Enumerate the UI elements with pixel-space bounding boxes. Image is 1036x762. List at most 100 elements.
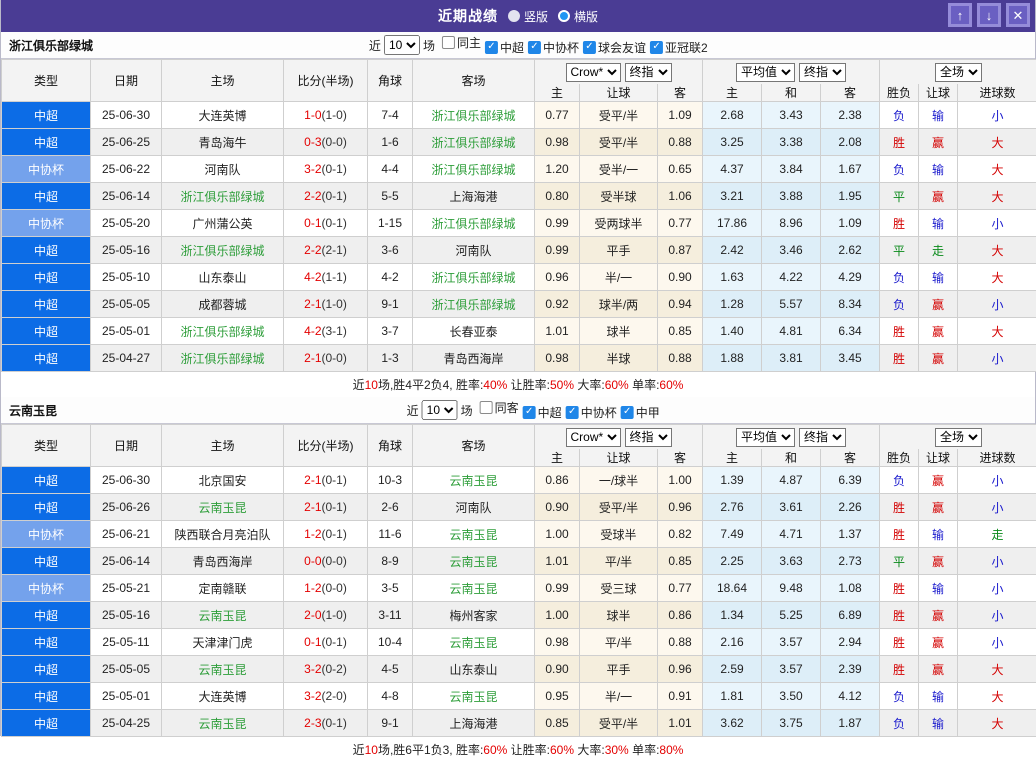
halftime-score: (0-0)	[322, 554, 347, 568]
scope-select[interactable]: 全场	[935, 428, 982, 447]
radio-label: 竖版	[524, 8, 548, 25]
checkbox-unchecked-icon[interactable]	[480, 401, 493, 414]
match-type-badge: 中协杯	[2, 156, 91, 183]
col-header-goals: 进球数	[958, 84, 1036, 102]
avg-odds-home: 3.25	[703, 129, 762, 156]
checkbox-checked-icon[interactable]: ✓	[485, 41, 498, 54]
view-mode-horizontal[interactable]: 横版	[558, 8, 598, 25]
col-header-avg-draw: 和	[762, 449, 821, 467]
avg-source-select[interactable]: 平均值	[736, 428, 795, 447]
odds-group-header: Crow*终指	[535, 425, 703, 450]
handicap-line: 受两球半	[580, 210, 658, 237]
handicap-line: 平手	[580, 237, 658, 264]
handicap-odds-away: 0.86	[658, 602, 703, 629]
checkbox-unchecked-icon[interactable]	[442, 36, 455, 49]
result-handicap: 赢	[919, 183, 958, 210]
checkbox-checked-icon[interactable]: ✓	[583, 41, 596, 54]
odds-source-select[interactable]: Crow*	[566, 63, 621, 82]
odds-source-select[interactable]: Crow*	[566, 428, 621, 447]
result-goals: 走	[958, 521, 1036, 548]
filter-checkbox[interactable]: ✓中协杯	[566, 404, 617, 421]
radio-unselected-icon[interactable]	[508, 10, 520, 22]
result-goals: 小	[958, 102, 1036, 129]
halftime-score: (0-2)	[322, 662, 347, 676]
checkbox-checked-icon[interactable]: ✓	[523, 406, 536, 419]
match-row: 中超 25-06-30 大连英博 1-0(1-0) 7-4 浙江俱乐部绿城 0.…	[2, 102, 1036, 129]
avg-odds-away: 2.62	[821, 237, 880, 264]
recent-count-select[interactable]: 10	[384, 35, 420, 55]
summary-part: 场,胜4平2负4, 胜率:	[378, 378, 483, 392]
filter-checkbox-label: 同主	[457, 34, 481, 51]
filter-checkbox[interactable]: ✓中甲	[621, 404, 660, 421]
result-win-draw-loss: 胜	[880, 629, 919, 656]
handicap-odds-away: 0.85	[658, 548, 703, 575]
match-score: 2-2(2-1)	[284, 237, 368, 264]
handicap-line: 平/半	[580, 548, 658, 575]
handicap-odds-home: 0.99	[535, 237, 580, 264]
checkbox-checked-icon[interactable]: ✓	[621, 406, 634, 419]
avg-odds-away: 1.67	[821, 156, 880, 183]
away-team: 浙江俱乐部绿城	[413, 102, 535, 129]
fulltime-score: 4-2	[304, 324, 321, 338]
match-score: 2-2(0-1)	[284, 183, 368, 210]
match-score: 4-2(1-1)	[284, 264, 368, 291]
filter-checkbox[interactable]: 同客	[480, 399, 519, 416]
avg-odds-draw: 3.81	[762, 345, 821, 372]
home-team: 大连英博	[162, 102, 284, 129]
filter-checkbox[interactable]: ✓球会友谊	[583, 39, 646, 56]
filter-checkbox[interactable]: ✓中超	[523, 404, 562, 421]
avg-odds-draw: 3.61	[762, 494, 821, 521]
col-header-odds-away: 客	[658, 449, 703, 467]
handicap-odds-home: 0.92	[535, 291, 580, 318]
match-row: 中超 25-05-01 浙江俱乐部绿城 4-2(3-1) 3-7 长春亚泰 1.…	[2, 318, 1036, 345]
move-up-button[interactable]: ↑	[948, 3, 972, 27]
odds-time-select[interactable]: 终指	[625, 63, 672, 82]
move-down-button[interactable]: ↓	[977, 3, 1001, 27]
checkbox-checked-icon[interactable]: ✓	[650, 41, 663, 54]
corner-score: 9-1	[368, 291, 413, 318]
checkbox-checked-icon[interactable]: ✓	[528, 41, 541, 54]
filter-checkbox[interactable]: ✓亚冠联2	[650, 39, 708, 56]
avg-odds-draw: 3.63	[762, 548, 821, 575]
avg-odds-home: 7.49	[703, 521, 762, 548]
result-handicap: 赢	[919, 629, 958, 656]
result-goals: 大	[958, 156, 1036, 183]
match-row: 中超 25-05-16 云南玉昆 2-0(1-0) 3-11 梅州客家 1.00…	[2, 602, 1036, 629]
result-handicap: 输	[919, 210, 958, 237]
fulltime-score: 1-2	[304, 527, 321, 541]
col-header-type: 类型	[2, 60, 91, 102]
handicap-line: 球半	[580, 602, 658, 629]
handicap-odds-away: 0.90	[658, 264, 703, 291]
col-header-odds-line: 让球	[580, 84, 658, 102]
odds-time-select[interactable]: 终指	[625, 428, 672, 447]
summary-part: 单率:	[629, 743, 660, 757]
corner-score: 5-5	[368, 183, 413, 210]
match-score: 0-1(0-1)	[284, 210, 368, 237]
avg-odds-away: 2.73	[821, 548, 880, 575]
odds-group-header: Crow*终指	[535, 60, 703, 85]
close-button[interactable]: ✕	[1006, 3, 1030, 27]
view-mode-vertical[interactable]: 竖版	[508, 8, 548, 25]
filter-checkbox-label: 中协杯	[581, 404, 617, 421]
avg-time-select[interactable]: 终指	[799, 428, 846, 447]
avg-time-select[interactable]: 终指	[799, 63, 846, 82]
handicap-odds-home: 0.90	[535, 494, 580, 521]
checkbox-checked-icon[interactable]: ✓	[566, 406, 579, 419]
col-header-corner: 角球	[368, 60, 413, 102]
summary-row: 近10场,胜6平1负3, 胜率:60% 让胜率:60% 大率:30% 单率:80…	[1, 737, 1035, 762]
home-team: 山东泰山	[162, 264, 284, 291]
filter-checkbox[interactable]: 同主	[442, 34, 481, 51]
scope-select[interactable]: 全场	[935, 63, 982, 82]
avg-odds-draw: 5.57	[762, 291, 821, 318]
filter-checkbox[interactable]: ✓中协杯	[528, 39, 579, 56]
away-team: 浙江俱乐部绿城	[413, 291, 535, 318]
match-date: 25-05-10	[91, 264, 162, 291]
fulltime-score: 2-2	[304, 189, 321, 203]
radio-selected-icon[interactable]	[558, 10, 570, 22]
halftime-score: (0-0)	[322, 581, 347, 595]
avg-source-select[interactable]: 平均值	[736, 63, 795, 82]
recent-count-select[interactable]: 10	[422, 400, 458, 420]
filter-checkbox[interactable]: ✓中超	[485, 39, 524, 56]
corner-score: 11-6	[368, 521, 413, 548]
corner-score: 1-6	[368, 129, 413, 156]
